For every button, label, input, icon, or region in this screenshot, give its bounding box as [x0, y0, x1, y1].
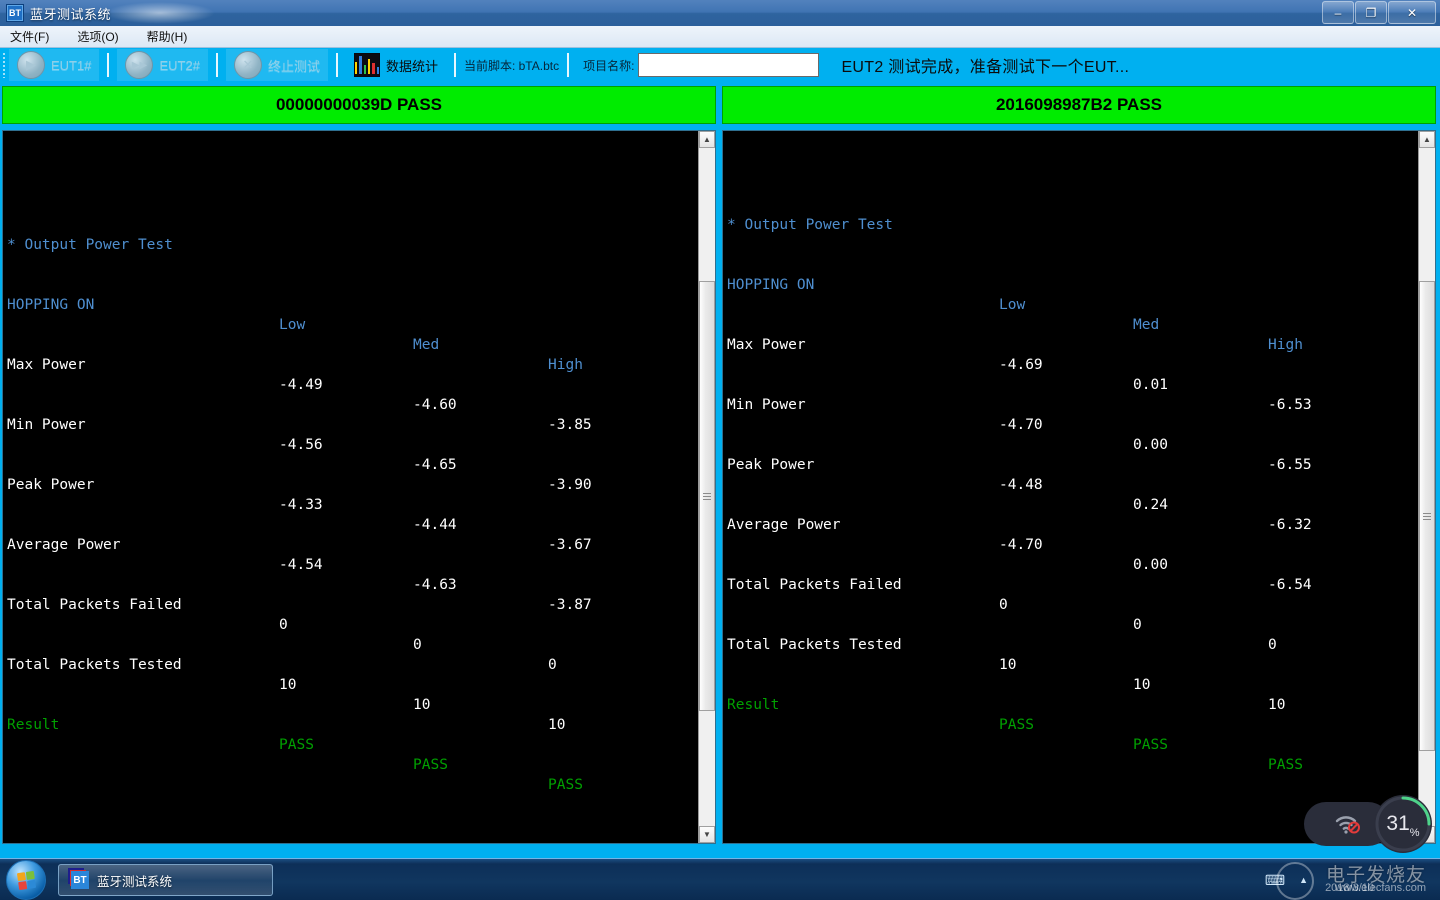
maximize-button[interactable]: ❐	[1355, 1, 1387, 24]
taskbar: BT 蓝牙测试系统 ⌨ ▲	[0, 858, 1440, 900]
wifi-off-icon	[1335, 816, 1360, 834]
data-row: Total Packets Failed 0 0 0	[727, 577, 1277, 653]
data-row: Total Packets Failed 0 0 0	[7, 597, 557, 673]
eut1-label: EUT1#	[51, 57, 92, 73]
panel-left-console: * Output Power Test HOPPING ON Low Med H…	[2, 130, 716, 844]
close-button[interactable]: ✕	[1388, 1, 1436, 24]
toolbar-separator-1	[107, 53, 110, 77]
column-header-row: HOPPING ON Low Med High	[727, 277, 1303, 353]
toolbar-separator-2	[215, 53, 218, 77]
system-tray: ⌨ ▲	[1265, 859, 1440, 900]
scroll-up-arrow-icon[interactable]: ▲	[1419, 131, 1435, 148]
taskbar-item-bluetooth-test[interactable]: BT 蓝牙测试系统	[58, 864, 273, 896]
play-icon: ▶	[17, 51, 45, 79]
floating-system-widget[interactable]: 31 %	[1288, 795, 1432, 853]
scrollbar-thumb[interactable]	[699, 281, 715, 711]
data-row: Max Power -4.69 0.01 -6.53	[727, 337, 1312, 413]
windows-logo-icon	[16, 870, 36, 890]
data-row: Peak Power -4.48 0.24 -6.32	[727, 457, 1312, 533]
data-statistics-label: 数据统计	[385, 58, 438, 74]
project-name-input[interactable]	[638, 53, 820, 77]
status-message: EUT2 测试完成，准备测试下一个EUT...	[841, 59, 1130, 76]
battery-ring-arc	[1375, 796, 1431, 852]
data-row: Min Power -4.56 -4.65 -3.90	[7, 417, 592, 493]
data-statistics-button[interactable]: 数据统计	[346, 49, 446, 81]
main-body: 00000000039D PASS * Output Power Test HO…	[0, 82, 1440, 858]
chevron-up-icon[interactable]: ▲	[1299, 875, 1308, 885]
window-controls: – ❐ ✕	[1321, 1, 1436, 24]
application-window: BT 蓝牙测试系统 – ❐ ✕ 文件(F) 选项(O) 帮助(H) ▶ EUT1…	[0, 0, 1440, 900]
current-script-label: 当前脚本: bTA.btc	[463, 58, 560, 73]
scroll-down-arrow-icon[interactable]: ▼	[699, 826, 715, 843]
battery-ring[interactable]: 31 %	[1374, 795, 1432, 853]
taskbar-item-label: 蓝牙测试系统	[97, 874, 173, 889]
panel-left: 00000000039D PASS * Output Power Test HO…	[2, 86, 716, 846]
toolbar-separator-5	[567, 53, 570, 77]
scroll-up-arrow-icon[interactable]: ▲	[699, 131, 715, 148]
minimize-button[interactable]: –	[1322, 1, 1354, 24]
project-name-label: 项目名称:	[583, 58, 635, 73]
eut2-button[interactable]: ▶▶ EUT2#	[117, 49, 208, 81]
keyboard-icon[interactable]: ⌨	[1265, 872, 1285, 889]
section-title: * Output Power Test	[727, 217, 893, 233]
eut1-button[interactable]: ▶ EUT1#	[9, 49, 100, 81]
data-row: Min Power -4.70 0.00 -6.55	[727, 397, 1312, 473]
menu-item-help[interactable]: 帮助(H)	[147, 26, 200, 47]
panel-right-console: * Output Power Test HOPPING ON Low Med H…	[722, 130, 1436, 844]
panel-left-banner: 00000000039D PASS	[2, 86, 716, 124]
panel-right: 2016098987B2 PASS * Output Power Test HO…	[722, 86, 1436, 846]
app-icon: BT	[6, 4, 24, 22]
toolbar-separator-3	[335, 53, 338, 77]
column-header-row: HOPPING ON Low Med High	[7, 297, 583, 373]
toolbar-separator-4	[453, 53, 456, 77]
fast-forward-icon: ▶▶	[125, 51, 154, 79]
result-row: Result PASS PASS PASS	[7, 717, 583, 793]
bar-chart-icon	[353, 53, 380, 77]
data-row: Total Packets Tested 10 10 10	[727, 637, 1286, 713]
scrollbar-thumb[interactable]	[1419, 281, 1435, 751]
app-icon-small: BT	[71, 871, 89, 889]
data-row: Max Power -4.49 -4.60 -3.85	[7, 357, 592, 433]
menu-item-options[interactable]: 选项(O)	[77, 26, 130, 47]
data-row: Total Packets Tested 10 10 10	[7, 657, 566, 733]
data-row: Average Power -4.54 -4.63 -3.87	[7, 537, 592, 613]
title-glare	[105, 2, 215, 24]
section-title: * Output Power Test	[7, 237, 173, 253]
title-bar: BT 蓝牙测试系统 – ❐ ✕	[0, 0, 1440, 27]
menu-bar: 文件(F) 选项(O) 帮助(H)	[0, 26, 1440, 48]
start-button[interactable]	[6, 860, 46, 900]
window-title: 蓝牙测试系统	[30, 6, 112, 22]
data-row: Average Power -4.70 0.00 -6.54	[727, 517, 1312, 593]
panel-left-console-text: * Output Power Test HOPPING ON Low Med H…	[3, 131, 697, 843]
data-row: Peak Power -4.33 -4.44 -3.67	[7, 477, 592, 553]
result-row: Result PASS PASS PASS	[727, 697, 1303, 773]
panel-right-banner: 2016098987B2 PASS	[722, 86, 1436, 124]
stop-test-label: 终止测试	[267, 58, 320, 74]
menu-item-file[interactable]: 文件(F)	[10, 26, 61, 47]
panel-right-console-text: * Output Power Test HOPPING ON Low Med H…	[723, 131, 1417, 843]
close-x-icon: ✕	[233, 51, 262, 79]
stop-test-button[interactable]: ✕ 终止测试	[225, 49, 328, 81]
eut2-label: EUT2#	[159, 57, 200, 73]
toolbar-grip[interactable]	[2, 52, 6, 78]
panel-right-scrollbar[interactable]: ▲ ▼	[1418, 131, 1435, 843]
panel-left-scrollbar[interactable]: ▲ ▼	[698, 131, 715, 843]
toolbar: ▶ EUT1# ▶▶ EUT2# ✕ 终止测试 数据统计 当前脚本: bTA.b…	[0, 48, 1440, 84]
